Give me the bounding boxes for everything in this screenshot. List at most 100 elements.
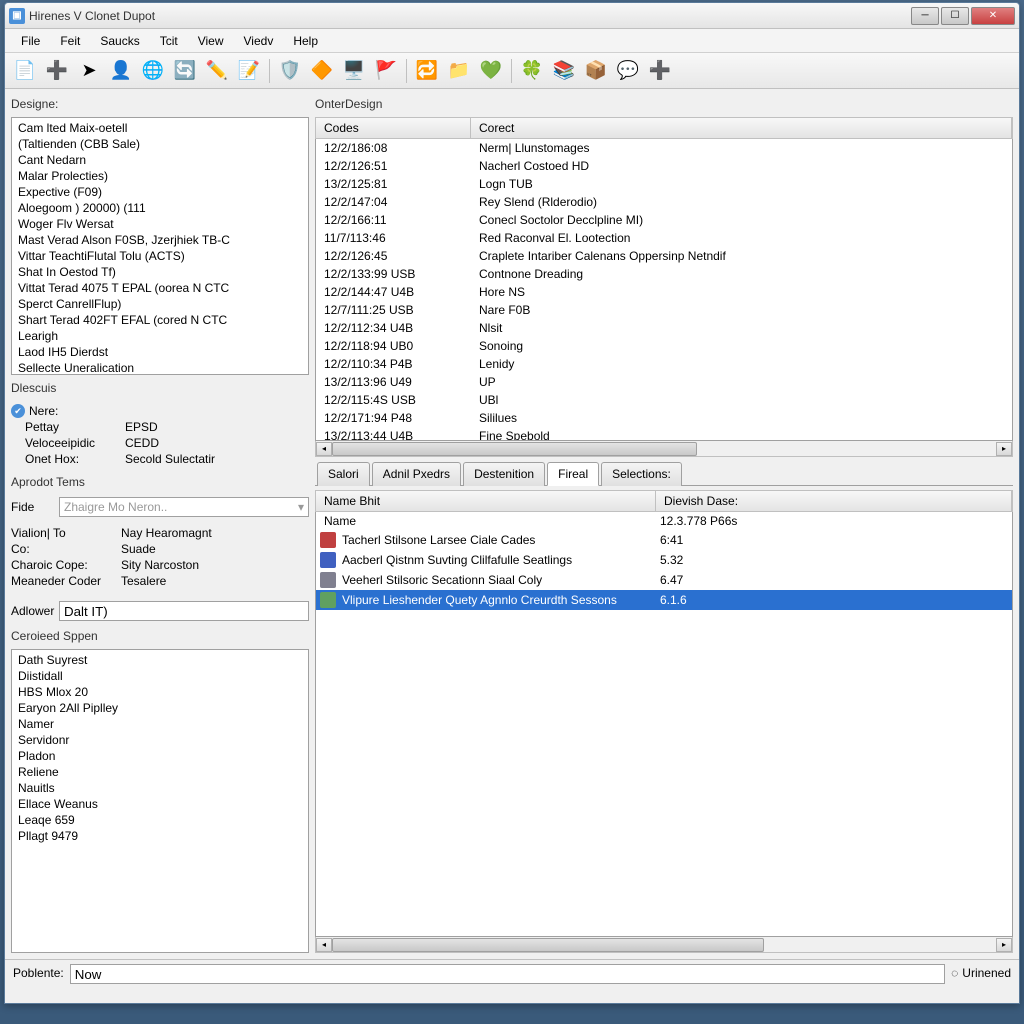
ceroieed-listbox[interactable]: Dath SuyrestDiistidallHBS Mlox 20Earyon … bbox=[11, 649, 309, 953]
tab-fireal[interactable]: Fireal bbox=[547, 462, 599, 486]
edit-box-button[interactable]: 📝 bbox=[235, 57, 263, 85]
list-item[interactable]: Pllagt 9479 bbox=[14, 828, 306, 844]
list-item[interactable]: Servidonr bbox=[14, 732, 306, 748]
poblente-input[interactable] bbox=[70, 964, 945, 984]
scroll-left-icon[interactable]: ◂ bbox=[316, 442, 332, 456]
tab-salori[interactable]: Salori bbox=[317, 462, 370, 486]
table-row[interactable]: 12/2/126:51Nacherl Costoed HD bbox=[316, 157, 1012, 175]
box-button[interactable]: 📦 bbox=[582, 57, 610, 85]
adower-input[interactable] bbox=[59, 601, 309, 621]
list-item[interactable]: Woger Flv Wersat bbox=[14, 216, 306, 232]
table-row[interactable]: 12/2/144:47 U4BHore NS bbox=[316, 283, 1012, 301]
chat-button[interactable]: 💬 bbox=[614, 57, 642, 85]
list-item[interactable]: Mast Verad Alson F0SB, Jzerjhiek TB-C bbox=[14, 232, 306, 248]
table-row[interactable]: 12/2/186:08Nerm| Llunstomages bbox=[316, 139, 1012, 157]
list-item[interactable]: (Taltienden (CBB Sale) bbox=[14, 136, 306, 152]
list-item[interactable]: HBS Mlox 20 bbox=[14, 684, 306, 700]
list-item[interactable]: Pladon bbox=[14, 748, 306, 764]
table-row[interactable]: Veeherl Stilsoric Secationn Siaal Coly6.… bbox=[316, 570, 1012, 590]
table-row[interactable]: 12/2/118:94 UB0Sonoing bbox=[316, 337, 1012, 355]
list-item[interactable]: Earyon 2All Piplley bbox=[14, 700, 306, 716]
window-blue-button[interactable]: 🖥️ bbox=[340, 57, 368, 85]
list-item[interactable]: Shart Terad 402FT EFAL (cored N CTC bbox=[14, 312, 306, 328]
table-row[interactable]: 12/2/147:04Rey Slend (Rlderodio) bbox=[316, 193, 1012, 211]
list-item[interactable]: Dath Suyrest bbox=[14, 652, 306, 668]
pencil-button[interactable]: ✏️ bbox=[203, 57, 231, 85]
table-row[interactable]: Name12.3.778 P66s bbox=[316, 512, 1012, 530]
list-item[interactable]: Malar Prolecties) bbox=[14, 168, 306, 184]
menu-view[interactable]: View bbox=[188, 31, 234, 51]
diamond-yellow-button[interactable]: 🔶 bbox=[308, 57, 336, 85]
shield-blue-button[interactable]: 🛡️ bbox=[276, 57, 304, 85]
hscroll-thumb[interactable] bbox=[332, 442, 697, 456]
table-row[interactable]: Vlipure Lieshender Quety Agnnlo Creurdth… bbox=[316, 590, 1012, 610]
col-corect-header[interactable]: Corect bbox=[471, 118, 1012, 138]
globe-button[interactable]: 🌐 bbox=[139, 57, 167, 85]
menu-file[interactable]: File bbox=[11, 31, 50, 51]
list-item[interactable]: Aloegoom ) 20000) (111 bbox=[14, 200, 306, 216]
hscroll-track[interactable] bbox=[332, 938, 996, 952]
list-item[interactable]: Namer bbox=[14, 716, 306, 732]
upper-grid-body[interactable]: 12/2/186:08Nerm| Llunstomages12/2/126:51… bbox=[315, 139, 1013, 441]
arrow-blue-button[interactable]: ➤ bbox=[75, 57, 103, 85]
table-row[interactable]: 12/7/111:25 USBNare F0B bbox=[316, 301, 1012, 319]
hscroll-track[interactable] bbox=[332, 442, 996, 456]
table-row[interactable]: 12/2/115:4S USBUBl bbox=[316, 391, 1012, 409]
clover-button[interactable]: 🍀 bbox=[518, 57, 546, 85]
tab-adnilpxedrs[interactable]: Adnil Pxedrs bbox=[372, 462, 461, 486]
stack-pink-button[interactable]: 📚 bbox=[550, 57, 578, 85]
list-item[interactable]: Laod IH5 Dierdst bbox=[14, 344, 306, 360]
col-codes-header[interactable]: Codes bbox=[316, 118, 471, 138]
table-row[interactable]: 12/2/126:45Craplete Intariber Calenans O… bbox=[316, 247, 1012, 265]
folder-yellow-button[interactable]: 📁 bbox=[445, 57, 473, 85]
list-item[interactable]: Sperct CanrellFlup) bbox=[14, 296, 306, 312]
menu-tcit[interactable]: Tcit bbox=[150, 31, 188, 51]
refresh-button[interactable]: 🔄 bbox=[171, 57, 199, 85]
list-item[interactable]: Vittat Terad 4075 T EPAL (oorea N CTC bbox=[14, 280, 306, 296]
hscroll-thumb[interactable] bbox=[332, 938, 764, 952]
menu-help[interactable]: Help bbox=[283, 31, 328, 51]
table-row[interactable]: 12/2/166:11Conecl Soctolor Decclpline MI… bbox=[316, 211, 1012, 229]
table-row[interactable]: 11/7/113:46Red Raconval El. Lootection bbox=[316, 229, 1012, 247]
heart-green-button[interactable]: 💚 bbox=[477, 57, 505, 85]
scroll-left-icon[interactable]: ◂ bbox=[316, 938, 332, 952]
list-item[interactable]: Diistidall bbox=[14, 668, 306, 684]
upper-hscroll[interactable]: ◂ ▸ bbox=[315, 441, 1013, 457]
table-row[interactable]: Aacberl Qistnm Suvting Clilfafulle Seatl… bbox=[316, 550, 1012, 570]
table-row[interactable]: 12/2/171:94 P48Sililues bbox=[316, 409, 1012, 427]
list-item[interactable]: Leaqe 659 bbox=[14, 812, 306, 828]
list-item[interactable]: Nauitls bbox=[14, 780, 306, 796]
list-item[interactable]: Vittar TeachtiFlutal Tolu (ACTS) bbox=[14, 248, 306, 264]
table-row[interactable]: 13/2/113:96 U49UP bbox=[316, 373, 1012, 391]
minimize-button[interactable]: ─ bbox=[911, 7, 939, 25]
menu-viedv[interactable]: Viedv bbox=[234, 31, 284, 51]
person-green-button[interactable]: 👤 bbox=[107, 57, 135, 85]
table-row[interactable]: 12/2/133:99 USBContnone Dreading bbox=[316, 265, 1012, 283]
lower-hscroll[interactable]: ◂ ▸ bbox=[315, 937, 1013, 953]
list-item[interactable]: Learigh bbox=[14, 328, 306, 344]
lower-grid-body[interactable]: Name12.3.778 P66sTacherl Stilsone Larsee… bbox=[315, 512, 1013, 937]
swap-red-button[interactable]: 🔁 bbox=[413, 57, 441, 85]
col-date-header[interactable]: Dievish Dase: bbox=[656, 491, 1012, 511]
table-row[interactable]: 12/2/110:34 P4BLenidy bbox=[316, 355, 1012, 373]
page-button[interactable]: 📄 bbox=[11, 57, 39, 85]
list-item[interactable]: Shat In Oestod Tf) bbox=[14, 264, 306, 280]
designe-listbox[interactable]: Cam lted Maix-oetell(Taltienden (CBB Sal… bbox=[11, 117, 309, 375]
tab-selections[interactable]: Selections: bbox=[601, 462, 682, 486]
close-button[interactable]: ✕ bbox=[971, 7, 1015, 25]
col-name-header[interactable]: Name Bhit bbox=[316, 491, 656, 511]
menu-saucks[interactable]: Saucks bbox=[90, 31, 149, 51]
list-item[interactable]: Sellecte Uneralication bbox=[14, 360, 306, 375]
table-row[interactable]: 13/2/125:81Logn TUB bbox=[316, 175, 1012, 193]
list-item[interactable]: Ellace Weanus bbox=[14, 796, 306, 812]
table-row[interactable]: Tacherl Stilsone Larsee Ciale Cades6:41 bbox=[316, 530, 1012, 550]
list-item[interactable]: Reliene bbox=[14, 764, 306, 780]
scroll-right-icon[interactable]: ▸ bbox=[996, 442, 1012, 456]
list-item[interactable]: Expective (F09) bbox=[14, 184, 306, 200]
list-item[interactable]: Cam lted Maix-oetell bbox=[14, 120, 306, 136]
scroll-right-icon[interactable]: ▸ bbox=[996, 938, 1012, 952]
flag-orange-button[interactable]: 🚩 bbox=[372, 57, 400, 85]
menu-feit[interactable]: Feit bbox=[50, 31, 90, 51]
plus-gray-button[interactable]: ➕ bbox=[646, 57, 674, 85]
table-row[interactable]: 12/2/112:34 U4BNlsit bbox=[316, 319, 1012, 337]
